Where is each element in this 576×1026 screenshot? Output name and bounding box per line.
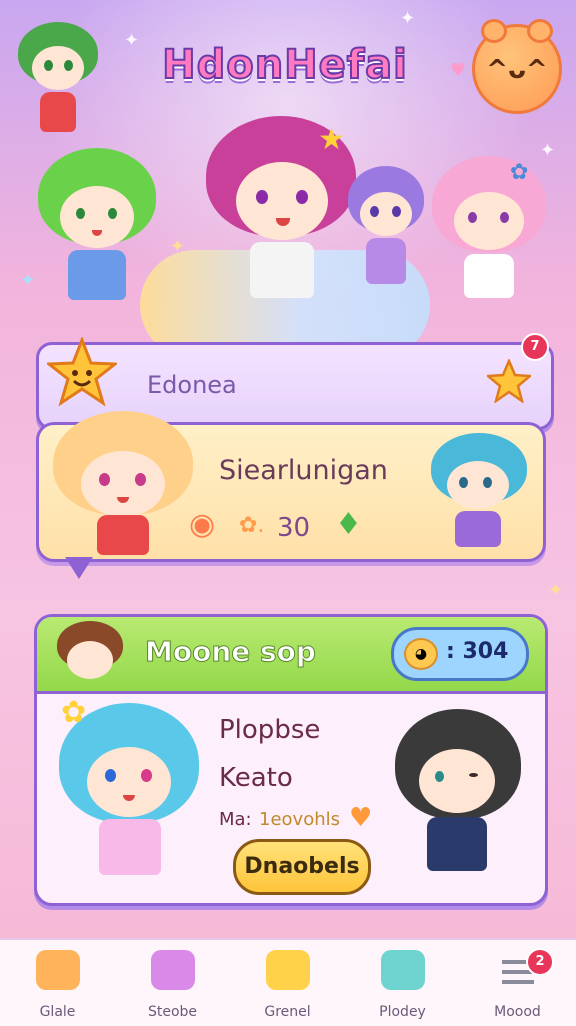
shop-icon (266, 950, 310, 990)
home-icon (36, 950, 80, 990)
brown-hair-avatar (57, 621, 123, 687)
menu-badge: 2 (526, 948, 554, 976)
heart-icon: ♥ (450, 60, 467, 81)
sparkle-icon: ✦ (400, 8, 416, 29)
nav-item-shop[interactable]: Grenel (230, 940, 345, 1026)
sparkle-icon: ✦ (20, 270, 36, 291)
mascot-avatar[interactable]: ^ᴗ^ (472, 19, 562, 114)
character-purple (348, 166, 424, 298)
chest-icon (151, 950, 195, 990)
chat-icon (381, 950, 425, 990)
character-pink: ✿ (432, 156, 546, 306)
character-blue-hair (431, 433, 527, 553)
nav-item-menu[interactable]: 2 Moood (460, 940, 575, 1026)
candy-icon: ◉ (189, 507, 216, 542)
sparkle-icon: ✦ (170, 236, 186, 257)
bottom-navigation: Glale Steobe Grenel Plodey 2 Moood (0, 938, 576, 1026)
character-green-small (18, 22, 98, 142)
banner-label: Edonea (147, 371, 237, 399)
nav-item-chat[interactable]: Plodey (345, 940, 460, 1026)
mode-header: Moone sop ◕ : 304 (37, 617, 545, 694)
character-magenta-hero: ★ (206, 116, 356, 304)
star-reward-icon[interactable] (487, 359, 531, 403)
sparkle-icon: ✦ (124, 30, 140, 51)
character-name: Siearlunigan (219, 455, 388, 486)
heart-icon: ♥ (349, 803, 373, 833)
mode-title: Moone sop (145, 635, 317, 669)
currency-value: : 304 (446, 639, 509, 664)
character-cyan-hair: ✿ (59, 695, 199, 883)
mode-line-2: Keato (219, 763, 293, 793)
mode-small-value: 1eovohls (259, 809, 340, 830)
character-dialog-bubble[interactable]: Siearlunigan ◉ ✿. 30 ♦ (36, 411, 546, 579)
mode-small-label: Ma: (219, 809, 252, 830)
notification-badge: 7 (521, 333, 549, 361)
nav-item-chest[interactable]: Steobe (115, 940, 230, 1026)
character-green-cat (38, 148, 156, 308)
mode-panel: Moone sop ◕ : 304 ✿ Plopbse Keato Ma: 1e… (34, 614, 548, 906)
leaf-icon: ♦ (335, 507, 362, 542)
star-face-icon (47, 337, 117, 407)
nav-item-home[interactable]: Glale (0, 940, 115, 1026)
sparkle-icon: ✦ (548, 580, 564, 601)
character-blonde (53, 411, 193, 561)
action-button[interactable]: Dnaobels (233, 839, 371, 895)
coin-icon: ◕ (404, 638, 438, 670)
currency-pill[interactable]: ◕ : 304 (391, 627, 529, 681)
mode-line-1: Plopbse (219, 715, 321, 745)
game-title: HdonHefai (161, 41, 408, 89)
score-value: 30 (277, 513, 311, 543)
character-dark-hair (395, 709, 521, 879)
flower-icon: ✿. (239, 513, 265, 538)
